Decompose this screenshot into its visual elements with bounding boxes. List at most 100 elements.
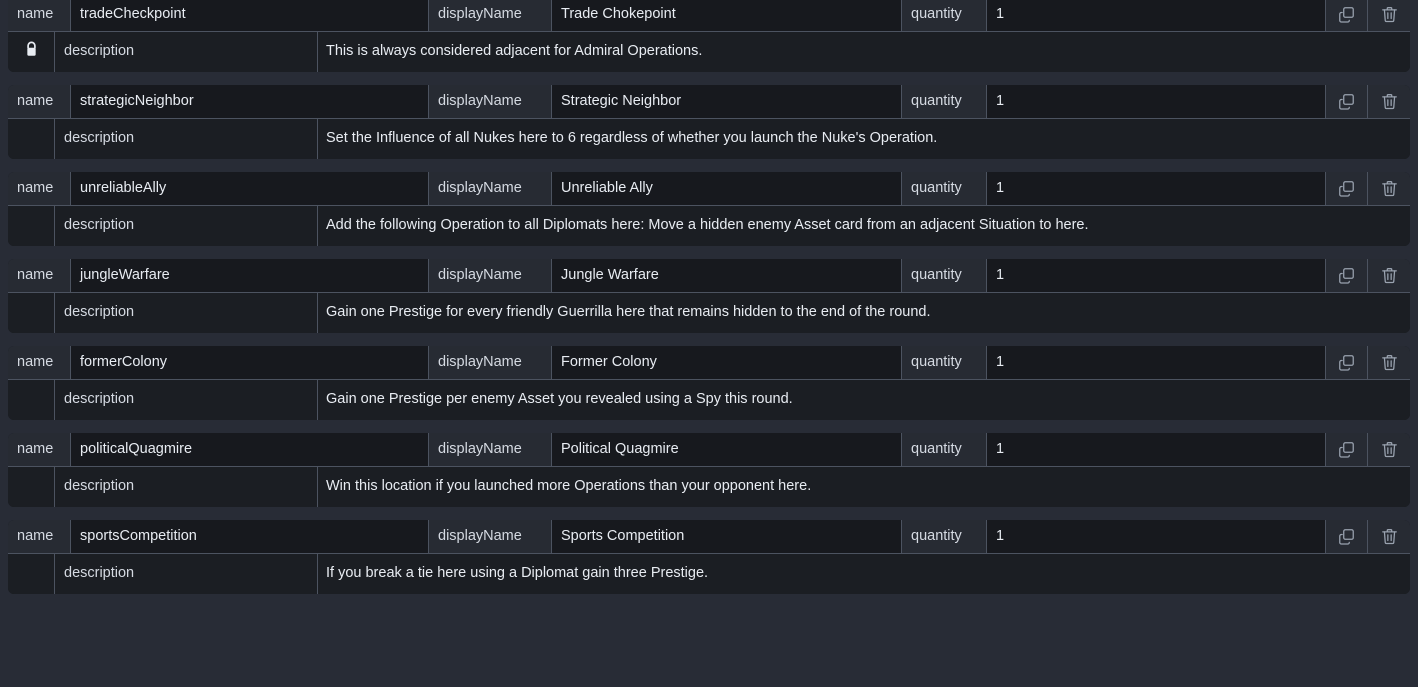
name-field-label: name — [8, 172, 71, 205]
delete-entry-button[interactable] — [1368, 172, 1410, 205]
name-field-value[interactable]: formerColony — [71, 346, 429, 379]
trash-icon — [1380, 92, 1399, 111]
copy-icon — [1337, 266, 1356, 285]
lock-icon — [23, 40, 40, 64]
trash-icon — [1380, 179, 1399, 198]
display-name-field-label: displayName — [429, 0, 552, 31]
delete-entry-button[interactable] — [1368, 433, 1410, 466]
trash-icon — [1380, 527, 1399, 546]
trash-icon — [1380, 5, 1399, 24]
delete-entry-button[interactable] — [1368, 520, 1410, 553]
entry-description-row: description Set the Influence of all Nuk… — [8, 119, 1410, 159]
delete-entry-button[interactable] — [1368, 259, 1410, 292]
name-field-value[interactable]: politicalQuagmire — [71, 433, 429, 466]
description-field-label: description — [55, 380, 318, 420]
display-name-field-label: displayName — [429, 85, 552, 118]
name-field-label: name — [8, 259, 71, 292]
description-lock-cell — [8, 293, 55, 333]
description-field-label: description — [55, 467, 318, 507]
quantity-field-label: quantity — [902, 433, 987, 466]
description-field-value[interactable]: Win this location if you launched more O… — [318, 467, 1410, 507]
entry-description-row: description This is always considered ad… — [8, 32, 1410, 72]
entry-main-row: name formerColony displayName Former Col… — [8, 346, 1410, 380]
entry-description-row: description Gain one Prestige per enemy … — [8, 380, 1410, 420]
name-field-value[interactable]: jungleWarfare — [71, 259, 429, 292]
name-field-value[interactable]: sportsCompetition — [71, 520, 429, 553]
quantity-field-value[interactable]: 1 — [987, 259, 1326, 292]
display-name-field-value[interactable]: Sports Competition — [552, 520, 902, 553]
description-field-label: description — [55, 554, 318, 594]
entry-description-row: description If you break a tie here usin… — [8, 554, 1410, 594]
copy-icon — [1337, 440, 1356, 459]
trash-icon — [1380, 353, 1399, 372]
entry-card-sportsCompetition: name sportsCompetition displayName Sport… — [8, 520, 1410, 594]
entry-card-jungleWarfare: name jungleWarfare displayName Jungle Wa… — [8, 259, 1410, 333]
quantity-field-label: quantity — [902, 172, 987, 205]
quantity-field-value[interactable]: 1 — [987, 85, 1326, 118]
display-name-field-value[interactable]: Political Quagmire — [552, 433, 902, 466]
quantity-field-value[interactable]: 1 — [987, 172, 1326, 205]
description-field-value[interactable]: This is always considered adjacent for A… — [318, 32, 1410, 72]
copy-icon — [1337, 5, 1356, 24]
entry-description-row: description Add the following Operation … — [8, 206, 1410, 246]
quantity-field-label: quantity — [902, 259, 987, 292]
delete-entry-button[interactable] — [1368, 85, 1410, 118]
description-field-label: description — [55, 206, 318, 246]
display-name-field-value[interactable]: Jungle Warfare — [552, 259, 902, 292]
description-field-label: description — [55, 119, 318, 159]
copy-icon — [1337, 179, 1356, 198]
quantity-field-label: quantity — [902, 0, 987, 31]
entry-description-row: description Win this location if you lau… — [8, 467, 1410, 507]
description-lock-cell — [8, 467, 55, 507]
duplicate-entry-button[interactable] — [1326, 259, 1368, 292]
name-field-label: name — [8, 520, 71, 553]
description-lock-cell — [8, 380, 55, 420]
display-name-field-value[interactable]: Unreliable Ally — [552, 172, 902, 205]
description-lock-cell — [8, 206, 55, 246]
duplicate-entry-button[interactable] — [1326, 520, 1368, 553]
name-field-label: name — [8, 85, 71, 118]
display-name-field-label: displayName — [429, 346, 552, 379]
name-field-value[interactable]: unreliableAlly — [71, 172, 429, 205]
description-lock-cell[interactable] — [8, 32, 55, 72]
description-field-value[interactable]: Gain one Prestige for every friendly Gue… — [318, 293, 1410, 333]
duplicate-entry-button[interactable] — [1326, 433, 1368, 466]
entry-card-formerColony: name formerColony displayName Former Col… — [8, 346, 1410, 420]
quantity-field-value[interactable]: 1 — [987, 346, 1326, 379]
delete-entry-button[interactable] — [1368, 346, 1410, 379]
quantity-field-value[interactable]: 1 — [987, 433, 1326, 466]
display-name-field-value[interactable]: Trade Chokepoint — [552, 0, 902, 31]
name-field-value[interactable]: strategicNeighbor — [71, 85, 429, 118]
description-field-value[interactable]: Set the Influence of all Nukes here to 6… — [318, 119, 1410, 159]
entry-main-row: name jungleWarfare displayName Jungle Wa… — [8, 259, 1410, 293]
entry-list-container: name tradeCheckpoint displayName Trade C… — [0, 0, 1418, 685]
display-name-field-value[interactable]: Strategic Neighbor — [552, 85, 902, 118]
delete-entry-button[interactable] — [1368, 0, 1410, 31]
description-field-value[interactable]: If you break a tie here using a Diplomat… — [318, 554, 1410, 594]
quantity-field-value[interactable]: 1 — [987, 0, 1326, 31]
display-name-field-label: displayName — [429, 172, 552, 205]
display-name-field-value[interactable]: Former Colony — [552, 346, 902, 379]
entry-main-row: name tradeCheckpoint displayName Trade C… — [8, 0, 1410, 32]
entry-main-row: name politicalQuagmire displayName Polit… — [8, 433, 1410, 467]
copy-icon — [1337, 527, 1356, 546]
duplicate-entry-button[interactable] — [1326, 346, 1368, 379]
description-field-value[interactable]: Gain one Prestige per enemy Asset you re… — [318, 380, 1410, 420]
display-name-field-label: displayName — [429, 259, 552, 292]
trash-icon — [1380, 266, 1399, 285]
description-lock-cell — [8, 119, 55, 159]
description-field-value[interactable]: Add the following Operation to all Diplo… — [318, 206, 1410, 246]
quantity-field-value[interactable]: 1 — [987, 520, 1326, 553]
entry-description-row: description Gain one Prestige for every … — [8, 293, 1410, 333]
duplicate-entry-button[interactable] — [1326, 0, 1368, 31]
display-name-field-label: displayName — [429, 520, 552, 553]
duplicate-entry-button[interactable] — [1326, 85, 1368, 118]
name-field-value[interactable]: tradeCheckpoint — [71, 0, 429, 31]
quantity-field-label: quantity — [902, 520, 987, 553]
quantity-field-label: quantity — [902, 85, 987, 118]
description-field-label: description — [55, 293, 318, 333]
entry-main-row: name strategicNeighbor displayName Strat… — [8, 85, 1410, 119]
name-field-label: name — [8, 346, 71, 379]
trash-icon — [1380, 440, 1399, 459]
duplicate-entry-button[interactable] — [1326, 172, 1368, 205]
